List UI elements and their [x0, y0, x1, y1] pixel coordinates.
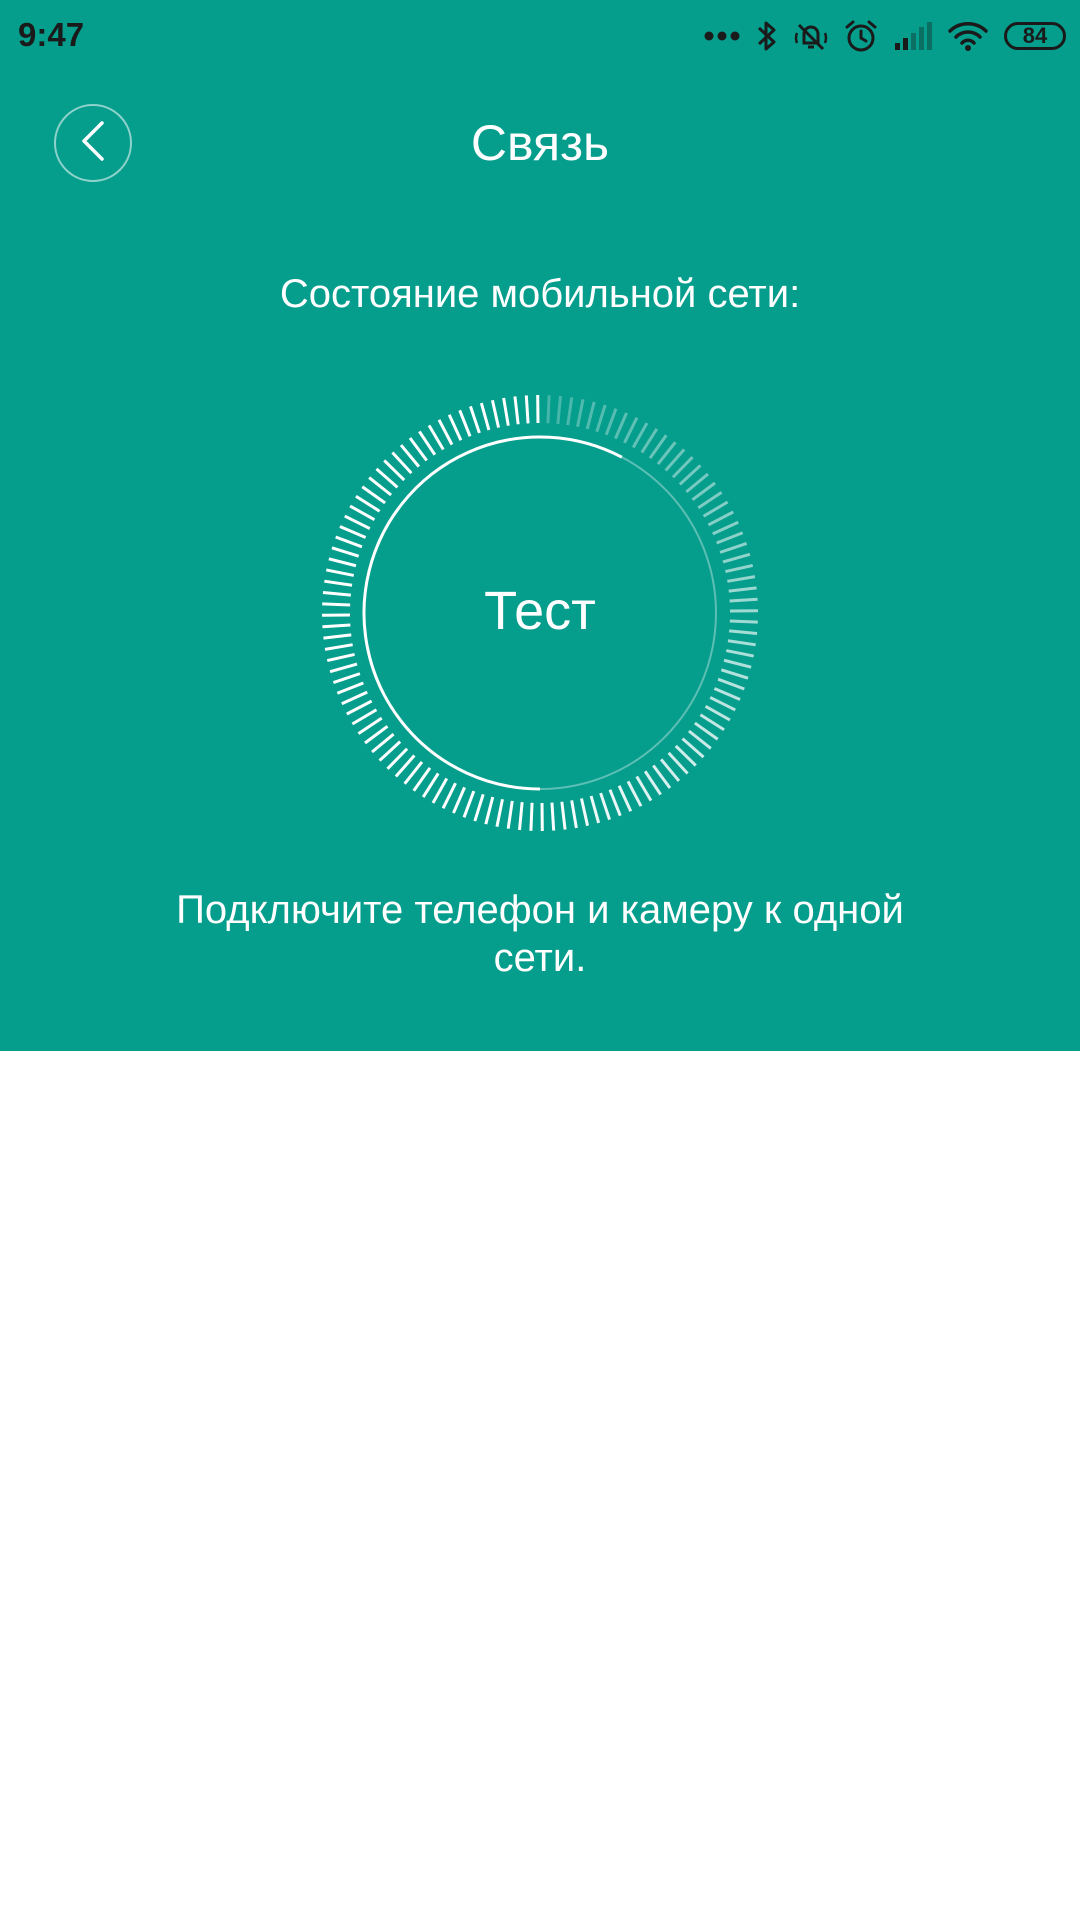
alarm-icon: [844, 19, 878, 53]
gauge-tick: [589, 795, 601, 824]
gauge-tick: [344, 514, 371, 530]
gauge-tick: [479, 402, 491, 431]
gauge-tick: [447, 414, 463, 441]
gauge-tick: [546, 395, 551, 424]
status-time: 9:47: [18, 16, 85, 53]
gauge-tick: [506, 800, 514, 829]
network-status-label: Состояние мобильной сети:: [279, 272, 801, 316]
more-dots-icon: [704, 30, 740, 42]
gauge-tick: [346, 699, 373, 716]
gauge-tick: [490, 399, 501, 428]
wifi-icon: [948, 20, 988, 52]
gauge-tick: [502, 397, 510, 426]
gauge-tick: [341, 690, 368, 706]
gauge-tick: [529, 802, 534, 831]
gauge-tick: [324, 643, 353, 651]
gauge-tick: [431, 777, 449, 804]
gauge-tick: [550, 802, 556, 831]
gauge-tick: [336, 681, 364, 695]
gauge-tick: [524, 395, 530, 424]
gauge-tick: [421, 772, 440, 798]
gauge-tick: [707, 510, 734, 527]
gauge-tick: [595, 404, 607, 433]
gauge-tick: [351, 708, 378, 726]
gauge-tick: [326, 652, 355, 663]
gauge-tick: [576, 399, 585, 428]
gauge-tick: [339, 525, 367, 539]
gauge-tick: [608, 789, 622, 817]
vibrate-off-icon: [794, 19, 828, 53]
gauge-tick: [626, 780, 643, 807]
cellular-signal-icon: [894, 21, 932, 51]
gauge-tick: [560, 801, 567, 830]
gauge-tick: [484, 796, 495, 825]
bluetooth-icon: [756, 19, 778, 53]
gauge-tick: [452, 786, 466, 814]
gauge-tick: [635, 775, 653, 802]
gauge-tick: [335, 535, 363, 549]
gauge-tick: [725, 649, 754, 658]
gauge-tick: [720, 668, 749, 680]
instruction-text: Подключите телефон и камеру к одной сети…: [176, 888, 904, 980]
status-bar: 9:47 84: [0, 0, 1080, 72]
gauge-tick: [599, 792, 611, 821]
gauge-tick: [712, 520, 739, 536]
gauge-tick: [332, 672, 361, 684]
gauge-tick: [623, 417, 639, 444]
gauge-tick: [723, 658, 752, 669]
gauge-tick: [604, 408, 618, 436]
gauge-tick: [614, 412, 628, 440]
gauge-tick: [473, 793, 485, 822]
gauge-tick: [585, 401, 596, 430]
gauge-tick: [640, 428, 659, 454]
gauge-tick: [713, 687, 741, 701]
gauge-tick: [556, 395, 562, 424]
battery-icon: 84: [1004, 22, 1066, 50]
gauge-tick: [725, 563, 754, 574]
gauge-tick: [717, 677, 745, 691]
gauge-tick: [518, 802, 524, 831]
gauge-tick: [469, 405, 481, 434]
gauge-tick: [326, 568, 355, 577]
gauge-label[interactable]: Тест: [0, 580, 1080, 642]
gauge-tick: [617, 785, 633, 812]
gauge-tick: [441, 782, 457, 809]
gauge-tick: [462, 790, 476, 818]
gauge-tick: [427, 424, 445, 451]
gauge-tick: [716, 531, 744, 545]
gauge-tick: [513, 396, 520, 425]
gauge-tick: [719, 542, 748, 554]
gauge-tick: [566, 397, 574, 426]
page-title: Связь: [470, 115, 610, 171]
gauge-tick: [722, 552, 751, 564]
gauge-tick: [495, 798, 504, 827]
gauge-tick: [704, 704, 731, 722]
status-icons: 84: [704, 18, 1066, 54]
gauge-tick: [579, 798, 590, 827]
gauge-tick: [331, 546, 360, 558]
gauge-tick: [709, 696, 736, 712]
gauge-tick: [631, 422, 649, 449]
gauge-tick: [458, 409, 472, 437]
gauge-tick: [329, 662, 358, 674]
gauge-tick: [328, 557, 357, 568]
gauge-tick: [437, 419, 454, 446]
gauge-tick: [570, 800, 578, 829]
gauge-tick: [702, 500, 729, 518]
battery-level: 84: [1022, 23, 1048, 48]
gauge-tick: [355, 494, 381, 513]
gauge-tick: [349, 504, 376, 522]
gauge-tick: [699, 713, 725, 732]
